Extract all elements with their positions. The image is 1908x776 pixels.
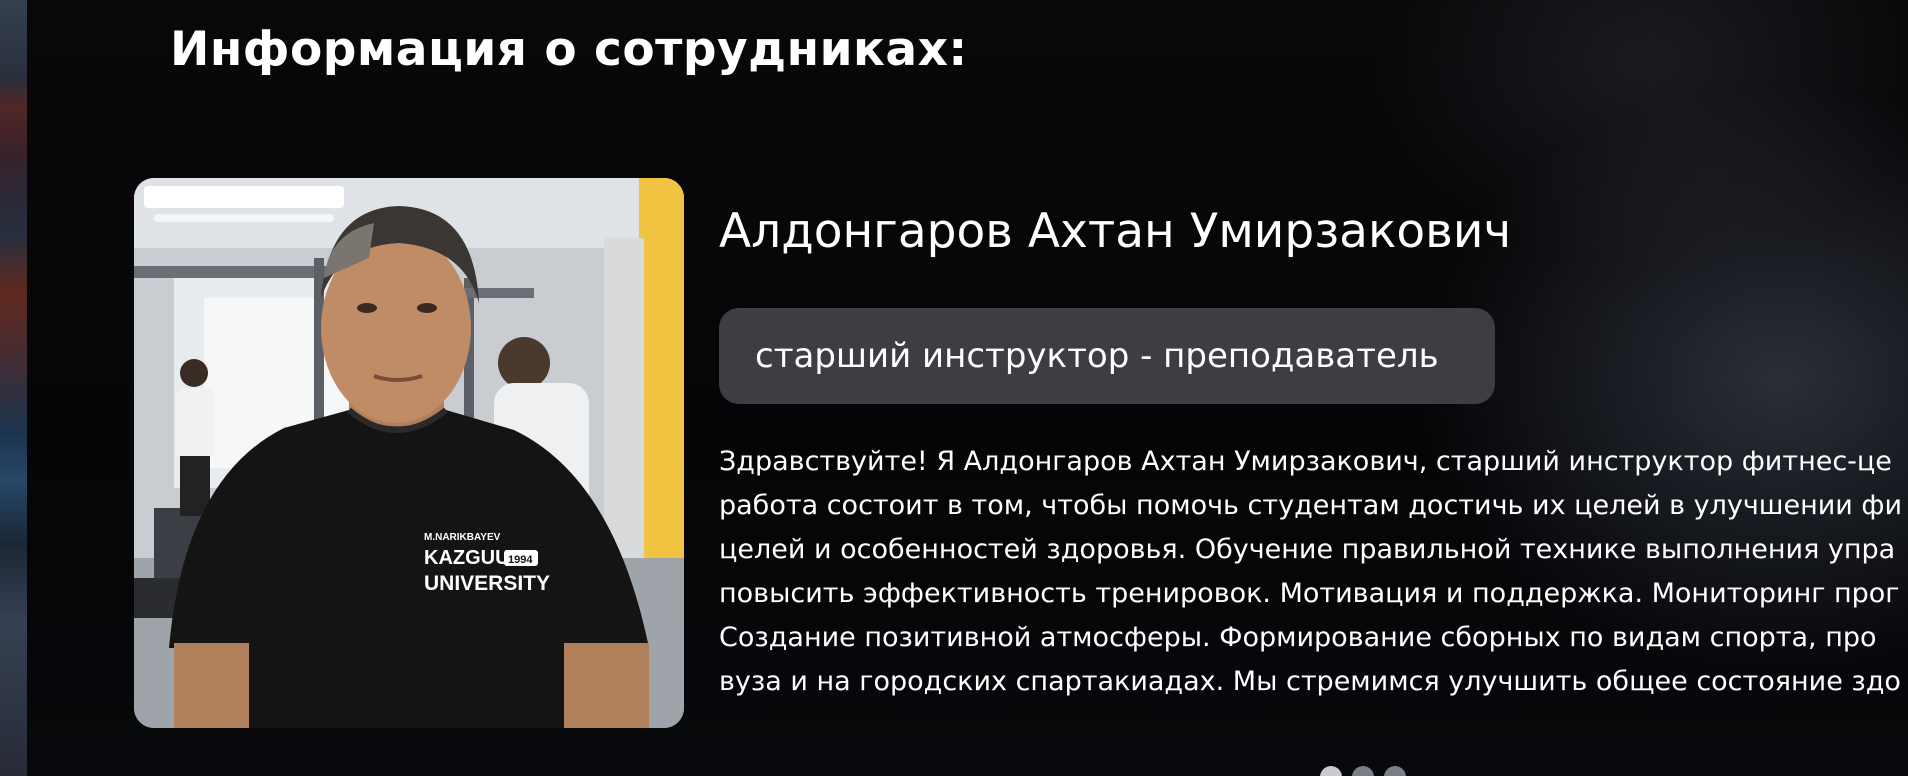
left-edge-background [0, 0, 27, 776]
bio-line: целей и особенностей здоровья. Обучение … [719, 534, 1896, 565]
carousel-dot-1[interactable] [1320, 766, 1342, 776]
carousel-dot-3[interactable] [1384, 766, 1406, 776]
employee-name: Алдонгаров Ахтан Умирзакович [719, 204, 1512, 259]
shirt-text-kazguu: KAZGUU [424, 547, 510, 569]
bio-line: Создание позитивной атмосферы. Формирова… [719, 622, 1877, 653]
employee-photo: M.NARIKBAYEV KAZGUU 1994 UNIVERSITY [134, 178, 684, 728]
shirt-text-year: 1994 [508, 554, 533, 566]
carousel-dot-2[interactable] [1352, 766, 1374, 776]
bio-line: вуза и на городских спартакиадах. Мы стр… [719, 666, 1901, 697]
bio-line: повысить эффективность тренировок. Мотив… [719, 578, 1900, 609]
role-label: старший инструктор - преподаватель [755, 336, 1439, 376]
shirt-text-brand: M.NARIKBAYEV [424, 532, 501, 543]
shirt-text-university: UNIVERSITY [424, 572, 550, 595]
bio-line: Здравствуйте! Я Алдонгаров Ахтан Умирзак… [719, 446, 1892, 477]
bio-line: работа состоит в том, чтобы помочь студе… [719, 490, 1903, 521]
carousel-pagination [1320, 766, 1406, 776]
employee-bio: Здравствуйте! Я Алдонгаров Ахтан Умирзак… [719, 440, 1908, 704]
role-badge: старший инструктор - преподаватель [719, 308, 1495, 404]
section-title: Информация о сотрудниках: [170, 22, 968, 77]
page: Информация о сотрудниках: M.NARIKBAYEV K… [0, 0, 1908, 776]
